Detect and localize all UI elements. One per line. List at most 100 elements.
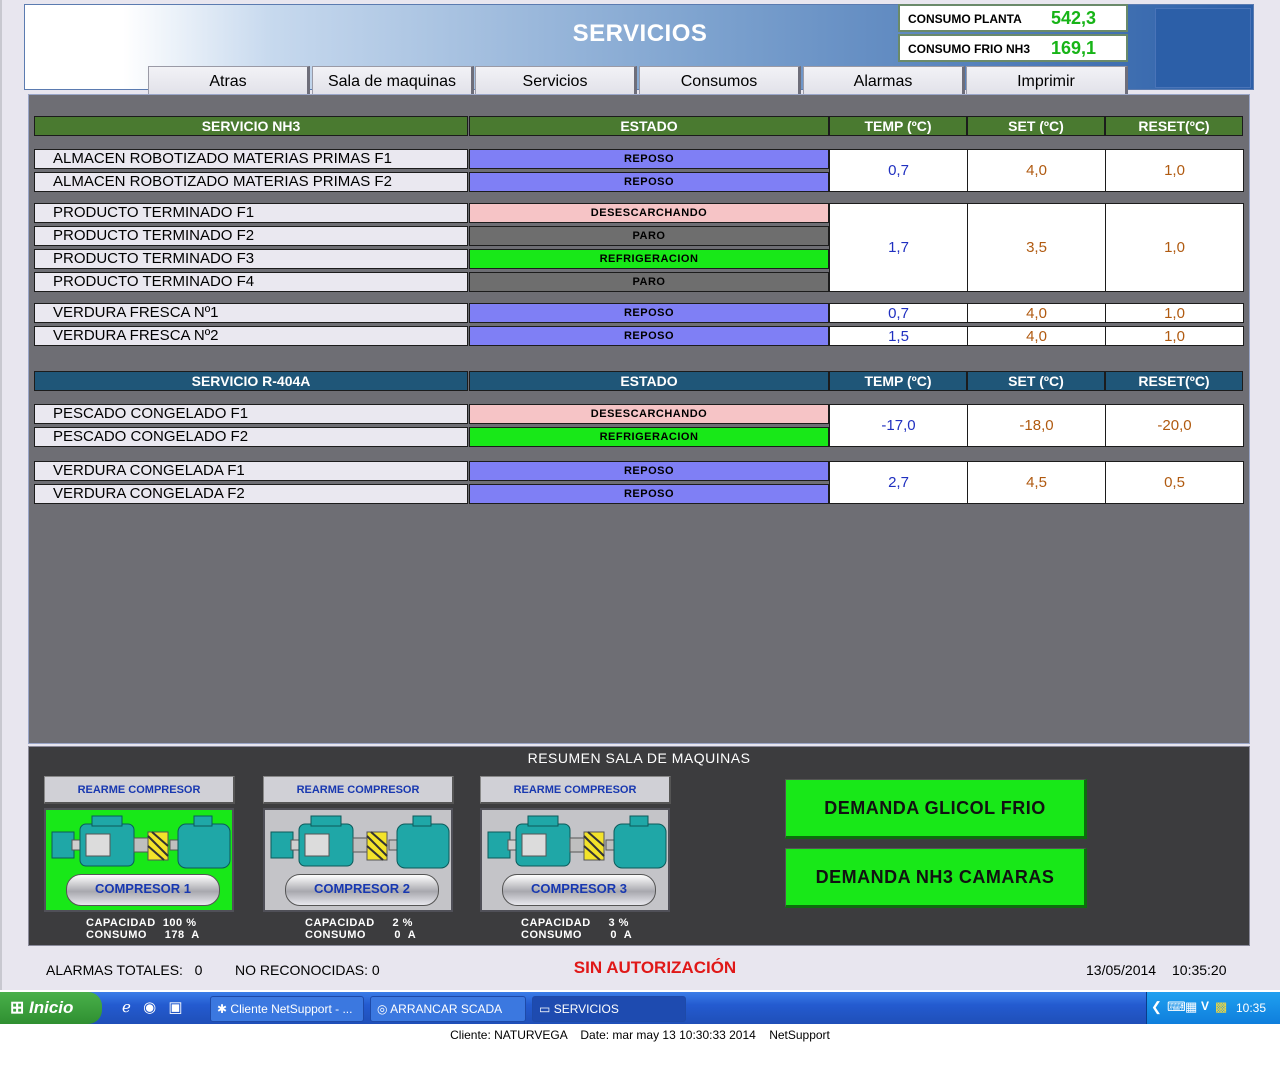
rearme-compresor-1-button[interactable]: REARME COMPRESOR [44, 776, 235, 804]
compresor-1-capacidad: CAPACIDAD 100 % [86, 917, 197, 929]
set-value[interactable]: 3,5 [967, 203, 1106, 292]
start-label: Inicio [28, 998, 74, 1017]
compresor-3-consumo: CONSUMO 0 A [521, 929, 633, 941]
state-badge: PARO [469, 272, 829, 292]
temp-value: 0,7 [829, 303, 968, 323]
state-badge: REPOSO [469, 303, 829, 323]
display-icon[interactable]: ▦ [1185, 999, 1197, 1015]
state-badge: DESESCARCHANDO [469, 404, 829, 424]
service-name: VERDURA FRESCA Nº1 [34, 303, 468, 323]
state-badge: REPOSO [469, 172, 829, 192]
reset-value[interactable]: 1,0 [1105, 203, 1244, 292]
r404a-header-estado: ESTADO [469, 371, 829, 391]
vnc-icon[interactable]: V [1201, 999, 1209, 1013]
compresor-3-capacidad: CAPACIDAD 3 % [521, 917, 629, 929]
service-name: PESCADO CONGELADO F2 [34, 427, 468, 447]
reset-value[interactable]: -20,0 [1105, 404, 1244, 447]
state-badge: REPOSO [469, 149, 829, 169]
kpi-value: 542,3 [1050, 8, 1096, 28]
service-name: VERDURA CONGELADA F1 [34, 461, 468, 481]
state-badge: REFRIGERACION [469, 249, 829, 269]
r404a-header-temp: TEMP (ºC) [829, 371, 967, 391]
compresor-3[interactable]: COMPRESOR 3 [480, 808, 670, 912]
reset-value[interactable]: 1,0 [1105, 149, 1244, 192]
ie-icon[interactable]: ℯ [122, 999, 131, 1016]
task-label: Cliente NetSupport - ... [230, 1002, 353, 1016]
state-badge: DESESCARCHANDO [469, 203, 829, 223]
no-reconocidas: NO RECONOCIDAS: 0 [235, 962, 380, 978]
temp-value: 1,5 [829, 326, 968, 346]
service-name: PRODUCTO TERMINADO F1 [34, 203, 468, 223]
tray-expand-icon[interactable]: ❮ [1151, 999, 1162, 1015]
task-netsupport[interactable]: ✱ Cliente NetSupport - ... [210, 996, 364, 1022]
temp-value: 2,7 [829, 461, 968, 504]
compresor-2-capacidad: CAPACIDAD 2 % [305, 917, 413, 929]
compresor-2[interactable]: COMPRESOR 2 [263, 808, 453, 912]
service-name: PRODUCTO TERMINADO F4 [34, 272, 468, 292]
page-title: SERVICIOS [572, 20, 708, 47]
compresor-2-consumo: CONSUMO 0 A [305, 929, 417, 941]
r404a-header-reset: RESET(ºC) [1105, 371, 1243, 391]
service-name: PRODUCTO TERMINADO F3 [34, 249, 468, 269]
temp-value: 1,7 [829, 203, 968, 292]
state-badge: PARO [469, 226, 829, 246]
rearme-compresor-3-button[interactable]: REARME COMPRESOR [480, 776, 671, 804]
service-name: PESCADO CONGELADO F1 [34, 404, 468, 424]
alarmas-totales: ALARMAS TOTALES: 0 [46, 962, 203, 978]
nh3-header-servicio: SERVICIO NH3 [34, 116, 468, 136]
nh3-header-set: SET (ºC) [967, 116, 1105, 136]
kpi-consumo-planta: CONSUMO PLANTA 542,3 [898, 4, 1128, 32]
status-time: 10:35:20 [1172, 962, 1227, 978]
reset-value[interactable]: 1,0 [1105, 303, 1244, 323]
reset-value[interactable]: 0,5 [1105, 461, 1244, 504]
browser-icon[interactable]: ◉ [143, 999, 156, 1016]
set-value[interactable]: 4,0 [967, 303, 1106, 323]
state-badge: REPOSO [469, 326, 829, 346]
compresor-3-label: COMPRESOR 3 [502, 874, 656, 906]
set-value[interactable]: 4,5 [967, 461, 1106, 504]
state-badge: REPOSO [469, 484, 829, 504]
temp-value: 0,7 [829, 149, 968, 192]
nh3-header-temp: TEMP (ºC) [829, 116, 967, 136]
window-icon: ▭ [539, 1002, 551, 1016]
start-button[interactable]: ⊞ Inicio [0, 992, 102, 1024]
quick-launch: ℯ ◉ ▣ [122, 998, 202, 1020]
windows-logo-icon: ⊞ [10, 998, 25, 1017]
kpi-label: CONSUMO PLANTA [908, 12, 1022, 26]
rearme-compresor-2-button[interactable]: REARME COMPRESOR [263, 776, 454, 804]
compresor-1[interactable]: COMPRESOR 1 [44, 808, 234, 912]
compresor-1-consumo: CONSUMO 178 A [86, 929, 200, 941]
service-name: ALMACEN ROBOTIZADO MATERIAS PRIMAS F2 [34, 172, 468, 192]
task-arrancar-scada[interactable]: ◎ ARRANCAR SCADA [370, 996, 526, 1022]
reset-value[interactable]: 1,0 [1105, 326, 1244, 346]
status-date: 13/05/2014 [1086, 962, 1157, 978]
header-logo-right [1155, 8, 1251, 88]
r404a-header-servicio: SERVICIO R-404A [34, 371, 468, 391]
demanda-glicol-frio-button[interactable]: DEMANDA GLICOL FRIO [785, 779, 1087, 839]
nh3-header-estado: ESTADO [469, 116, 829, 136]
service-name: VERDURA CONGELADA F2 [34, 484, 468, 504]
monitor-icon[interactable]: ▩ [1215, 999, 1227, 1015]
compresor-1-label: COMPRESOR 1 [66, 874, 220, 906]
kpi-value: 169,1 [1050, 38, 1096, 58]
network-icon[interactable]: ⌨ [1167, 999, 1186, 1015]
service-name: VERDURA FRESCA Nº2 [34, 326, 468, 346]
state-badge: REFRIGERACION [469, 427, 829, 447]
service-name: PRODUCTO TERMINADO F2 [34, 226, 468, 246]
task-label: ARRANCAR SCADA [390, 1002, 503, 1016]
netsupport-footer: Cliente: NATURVEGA Date: mar may 13 10:3… [450, 1028, 830, 1042]
set-value[interactable]: 4,0 [967, 326, 1106, 346]
show-desktop-icon[interactable]: ▣ [168, 999, 182, 1016]
scada-icon: ◎ [377, 1002, 388, 1016]
task-servicios[interactable]: ▭ SERVICIOS [532, 996, 686, 1022]
resumen-title: RESUMEN SALA DE MAQUINAS [527, 750, 751, 766]
service-name: ALMACEN ROBOTIZADO MATERIAS PRIMAS F1 [34, 149, 468, 169]
kpi-label: CONSUMO FRIO NH3 [908, 42, 1031, 56]
set-value[interactable]: 4,0 [967, 149, 1106, 192]
kpi-consumo-frio-nh3: CONSUMO FRIO NH3 169,1 [898, 34, 1128, 62]
task-label: SERVICIOS [553, 1002, 619, 1016]
demanda-nh3-camaras-button[interactable]: DEMANDA NH3 CAMARAS [785, 848, 1087, 908]
authorization-status: SIN AUTORIZACIÓN [573, 958, 737, 977]
netsupport-icon: ✱ [217, 1002, 228, 1016]
set-value[interactable]: -18,0 [967, 404, 1106, 447]
